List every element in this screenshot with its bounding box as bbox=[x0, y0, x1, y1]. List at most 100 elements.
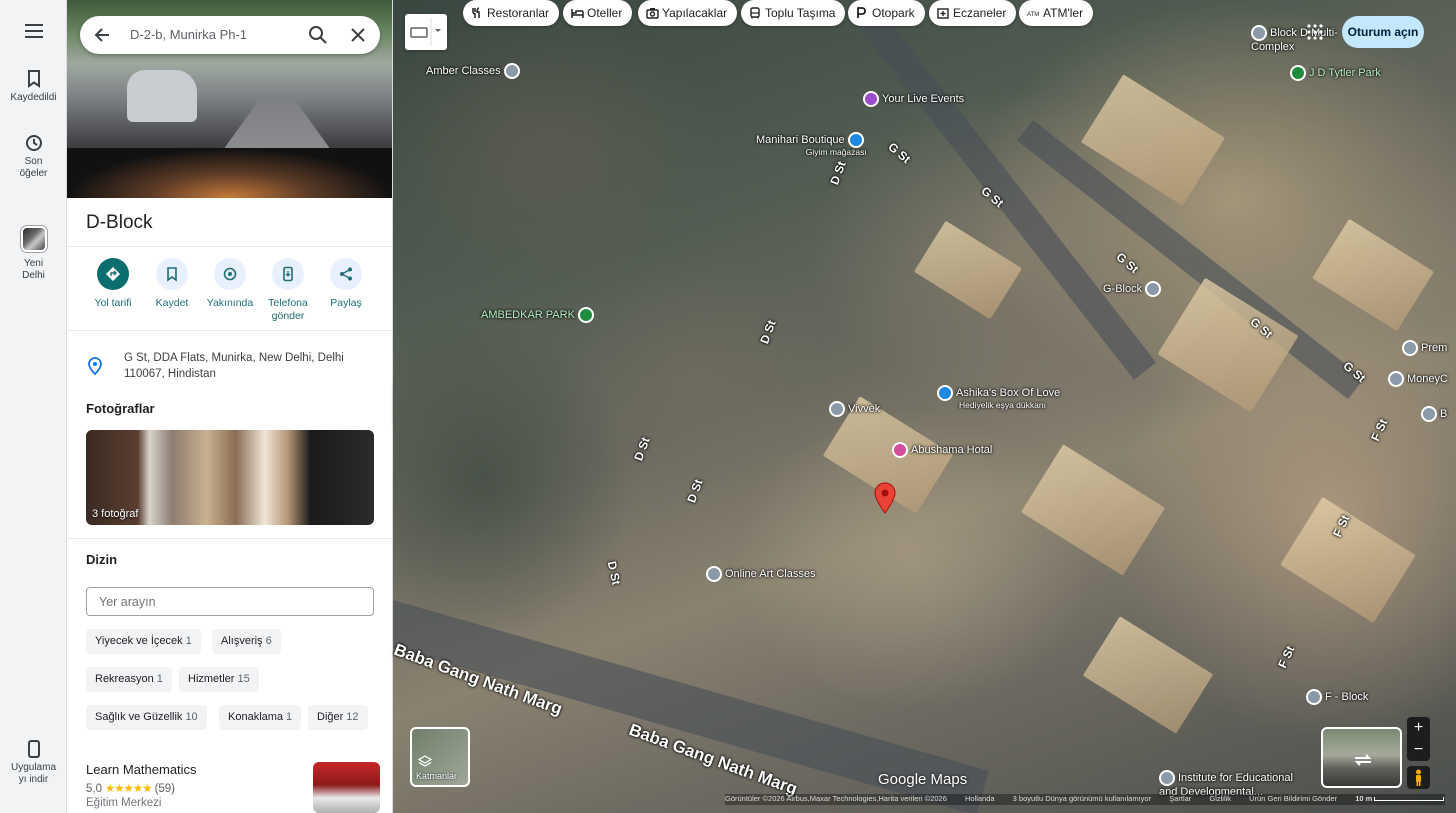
street-view-thumbnail[interactable] bbox=[1321, 727, 1402, 788]
school-icon bbox=[1159, 770, 1175, 786]
poi-ashikas-box-of-love[interactable]: Ashika's Box Of Love Hediyelik eşya dükka… bbox=[937, 385, 1060, 412]
sign-in-button[interactable]: Oturum açın bbox=[1342, 16, 1424, 48]
directory-chip-food[interactable]: Yiyecek ve İçecek 1 bbox=[86, 629, 201, 654]
poi-moneyc[interactable]: MoneyC bbox=[1388, 371, 1448, 387]
terms-link[interactable]: Şartlar bbox=[1169, 794, 1191, 803]
poi-ambedkar-park[interactable]: AMBEDKAR PARK bbox=[481, 307, 597, 323]
search-input[interactable]: D-2-b, Munirka Ph-1, Munirka, bbox=[130, 27, 248, 42]
poi-vivvek[interactable]: Vivvek bbox=[829, 401, 880, 417]
divider bbox=[67, 538, 392, 539]
menu-button[interactable] bbox=[0, 24, 67, 42]
app-label: Uygulama yı indir bbox=[10, 762, 57, 785]
google-maps-logo: Google Maps bbox=[878, 771, 968, 788]
search-box[interactable]: D-2-b, Munirka Ph-1, Munirka, bbox=[80, 16, 380, 54]
selected-place-pin-icon[interactable] bbox=[874, 482, 896, 514]
globe-view-notice[interactable]: 3 boyutlu Dünya görünümü kullanılamıyor bbox=[1013, 794, 1151, 803]
chip-label: Eczaneler bbox=[953, 6, 1007, 20]
save-button[interactable]: Kaydet bbox=[142, 258, 202, 310]
chip-count: 1 bbox=[156, 673, 163, 685]
search-icon[interactable] bbox=[308, 25, 328, 45]
directory-heading: Dizin bbox=[86, 552, 118, 567]
send-to-phone-button[interactable]: Telefona gönder bbox=[258, 258, 318, 323]
chip-label: Konaklama bbox=[228, 711, 284, 723]
map-chip-transit[interactable]: Toplu Taşıma bbox=[741, 0, 846, 26]
map-chip-hotels[interactable]: Oteller bbox=[563, 0, 633, 26]
photos-card[interactable]: 3 fotoğraf bbox=[86, 430, 374, 525]
send-to-phone-icon bbox=[283, 266, 293, 282]
poi-category: Hediyelik eşya dükkanı bbox=[959, 400, 1046, 410]
place-thumbnail bbox=[20, 226, 47, 252]
nearby-button[interactable]: Yakınında bbox=[200, 258, 260, 310]
poi-online-art-classes[interactable]: Online Art Classes bbox=[706, 566, 815, 582]
chip-label: Otopark bbox=[872, 6, 915, 20]
building bbox=[1312, 218, 1434, 332]
photo-dashboard bbox=[67, 148, 392, 198]
address-text[interactable]: G St, DDA Flats, Munirka, New Delhi, Del… bbox=[124, 350, 360, 382]
apps-grid-icon[interactable] bbox=[1307, 24, 1323, 40]
place-panel: D-2-b, Munirka Ph-1, Munirka, D-Block Yo… bbox=[67, 0, 393, 813]
school-icon bbox=[503, 63, 520, 79]
poi-block-d-complex[interactable]: Block D Multi- Complex bbox=[1251, 25, 1343, 54]
building bbox=[1020, 444, 1166, 576]
building bbox=[1082, 616, 1214, 734]
map-chip-atms[interactable]: ATM ATM'ler bbox=[1019, 0, 1094, 26]
directory-chip-other[interactable]: Diğer 12 bbox=[308, 705, 368, 730]
zoom-in-button[interactable]: + bbox=[1407, 717, 1430, 739]
atm-icon: ATM bbox=[1027, 12, 1039, 18]
poi-g-block[interactable]: G-Block bbox=[1103, 281, 1164, 297]
divider bbox=[67, 330, 392, 331]
map-chip-pharmacies[interactable]: Eczaneler bbox=[929, 0, 1017, 26]
recent-place-new-delhi[interactable]: Yeni Delhi bbox=[0, 226, 67, 282]
building bbox=[1157, 277, 1299, 413]
star-icons: ★★★★★ bbox=[105, 783, 153, 795]
download-app-button[interactable]: Uygulama yı indir bbox=[0, 740, 67, 786]
poi-abushama-hotal[interactable]: Abushama Hotal bbox=[892, 442, 992, 458]
chip-label: ATM'ler bbox=[1043, 6, 1084, 20]
poi-manihari-boutique[interactable]: Manihari Boutique Giyim mağazası bbox=[756, 132, 867, 159]
camera-icon bbox=[646, 8, 659, 19]
imagery-credit: Görüntüler ©2026 Airbus,Maxar Technologi… bbox=[725, 794, 947, 803]
map-chip-parking[interactable]: Otopark bbox=[848, 0, 925, 26]
country-link[interactable]: Hollanda bbox=[965, 794, 995, 803]
place-icon bbox=[1402, 340, 1418, 356]
directory-chip-health[interactable]: Sağlık ve Güzellik 10 bbox=[86, 705, 207, 730]
poi-label: AMBEDKAR PARK bbox=[481, 308, 575, 321]
directory-chip-lodging[interactable]: Konaklama 1 bbox=[219, 705, 302, 730]
zoom-out-button[interactable]: − bbox=[1407, 739, 1430, 761]
chip-label: Alışveriş bbox=[221, 635, 263, 647]
directions-button[interactable]: Yol tarifi bbox=[83, 258, 143, 310]
feedback-link[interactable]: Ürün Geri Bildirimi Gönder bbox=[1249, 794, 1337, 803]
recent-button[interactable]: Son öğeler bbox=[0, 134, 67, 180]
pegman-button[interactable] bbox=[1407, 766, 1430, 789]
poi-amber-classes[interactable]: Amber Classes bbox=[426, 63, 523, 79]
listing-thumbnail[interactable] bbox=[313, 762, 380, 813]
poi-prem[interactable]: Prem bbox=[1402, 340, 1447, 356]
keyboard-icon bbox=[410, 18, 441, 46]
satellite-map[interactable] bbox=[393, 0, 1456, 813]
poi-f-block[interactable]: F - Block bbox=[1306, 689, 1368, 705]
layers-button[interactable]: Katmanlar bbox=[410, 727, 470, 787]
divider bbox=[67, 246, 392, 247]
place-label: Yeni Delhi bbox=[22, 258, 45, 281]
chip-label: Restoranlar bbox=[487, 6, 550, 20]
poi-your-live-events[interactable]: Your Live Events bbox=[863, 91, 964, 107]
poi-jd-tytler-park[interactable]: J D Tytler Park bbox=[1290, 65, 1381, 81]
layers-label: Katmanlar bbox=[416, 771, 458, 781]
back-arrow-icon[interactable] bbox=[92, 25, 112, 45]
directory-chip-services[interactable]: Hizmetler 15 bbox=[179, 667, 259, 692]
listing-name[interactable]: Learn Mathematics bbox=[86, 762, 197, 777]
input-tools-button[interactable] bbox=[405, 14, 447, 50]
directory-chip-recreation[interactable]: Rekreasyon 1 bbox=[86, 667, 172, 692]
map-chip-restaurants[interactable]: Restoranlar bbox=[463, 0, 560, 26]
saved-button[interactable]: Kaydedildi bbox=[0, 70, 67, 104]
share-button[interactable]: Paylaş bbox=[316, 258, 376, 310]
poi-label: Online Art Classes bbox=[725, 567, 816, 580]
directory-search-input[interactable] bbox=[86, 587, 374, 616]
poi-b[interactable]: B bbox=[1421, 406, 1447, 422]
close-icon[interactable] bbox=[348, 25, 368, 45]
map-chip-things-to-do[interactable]: Yapılacaklar bbox=[638, 0, 738, 26]
privacy-link[interactable]: Gizlilik bbox=[1209, 794, 1231, 803]
scale-indicator[interactable]: 10 m bbox=[1355, 794, 1445, 803]
place-icon bbox=[1251, 25, 1267, 41]
directory-chip-shopping[interactable]: Alışveriş 6 bbox=[212, 629, 281, 654]
